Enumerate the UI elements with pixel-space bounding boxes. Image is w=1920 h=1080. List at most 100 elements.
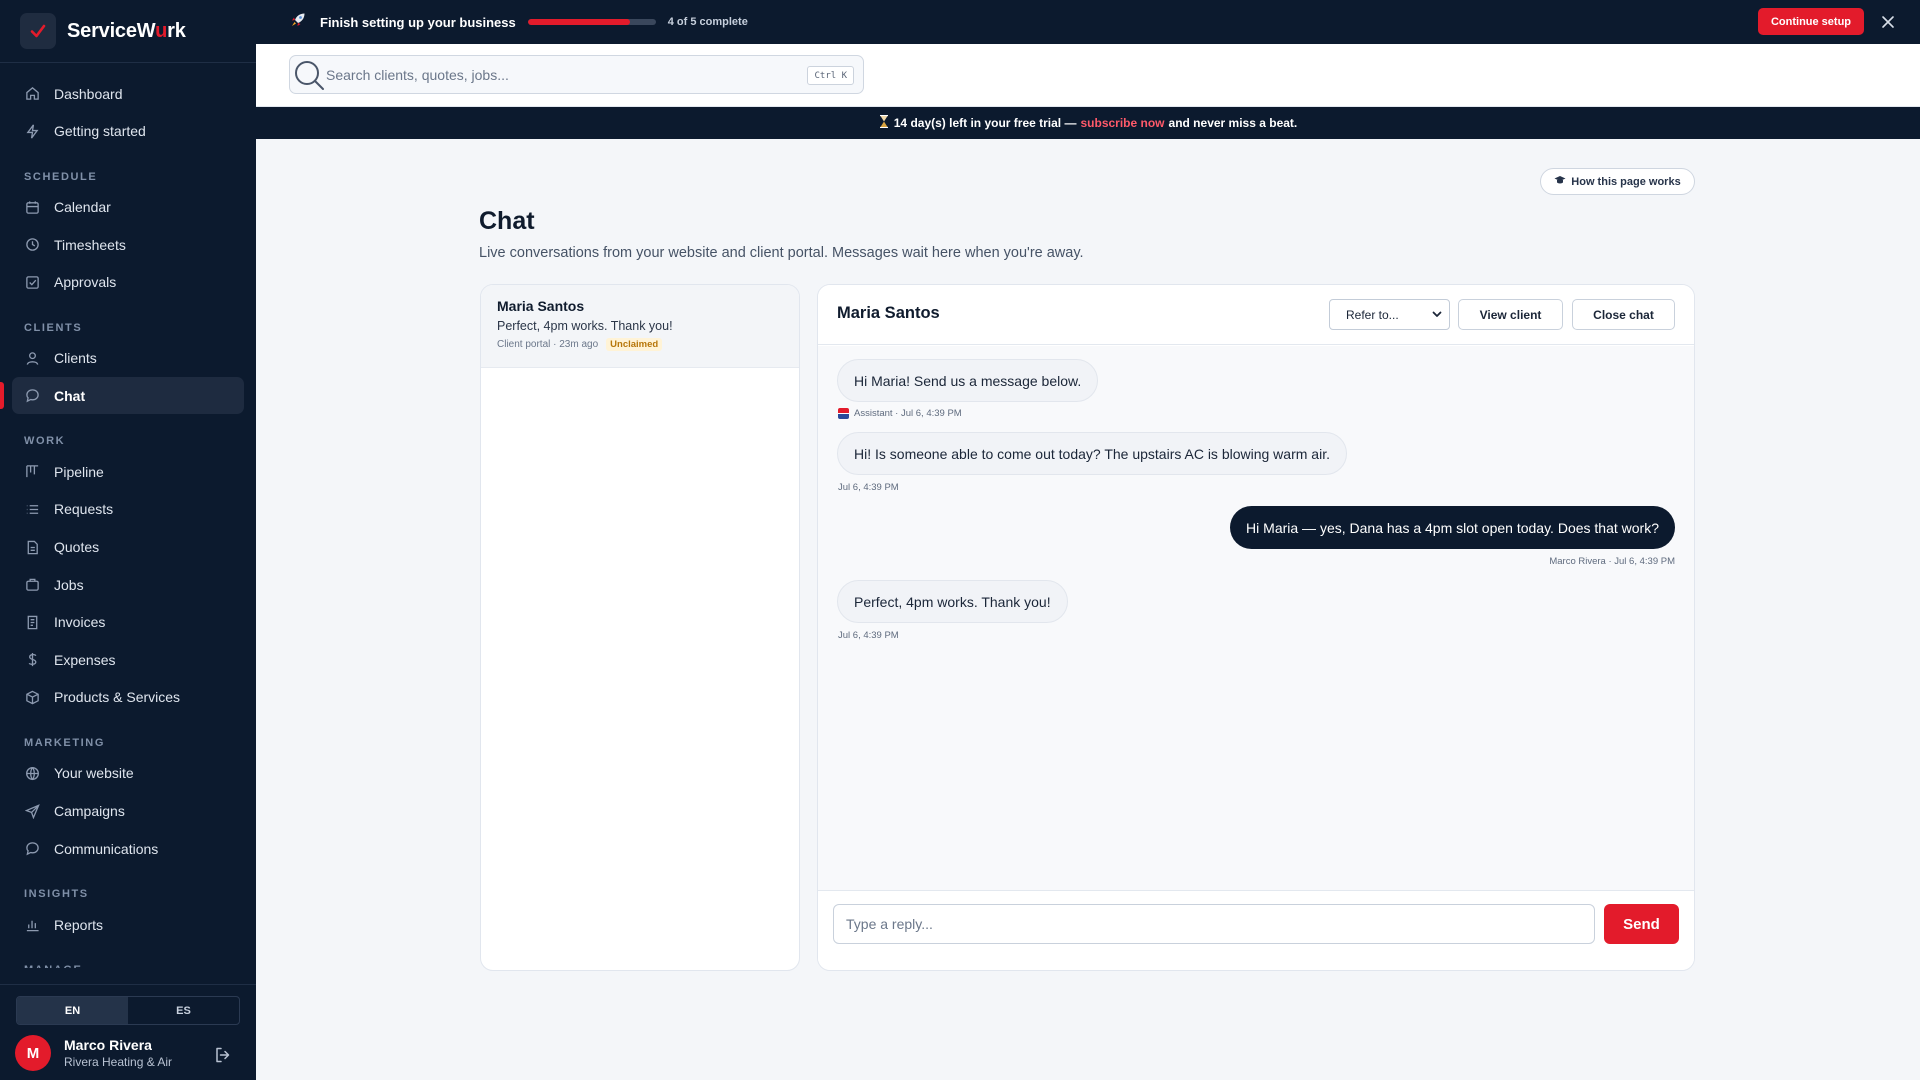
sidebar-item-label: Pipeline [54, 463, 104, 480]
search-shortcut: Ctrl K [807, 66, 854, 85]
sidebar-item-label: Expenses [54, 651, 116, 668]
message-icon [24, 841, 40, 857]
how-this-page-works-button[interactable]: How this page works [1540, 168, 1695, 195]
sidebar-item-label: Requests [54, 501, 114, 518]
dollar-icon [24, 652, 40, 668]
sidebar-item-label: Chat [54, 387, 86, 404]
trial-text-after: and never miss a beat. [1168, 116, 1298, 130]
language-es-button[interactable]: ES [128, 997, 239, 1024]
message-bubble: Hi Maria! Send us a message below. [837, 359, 1099, 402]
sidebar-item-timesheets[interactable]: Timesheets [12, 226, 244, 263]
setup-progress-label: 4 of 5 complete [667, 16, 748, 28]
nav-section-schedule: SCHEDULE [24, 170, 98, 183]
close-icon[interactable] [1879, 13, 1897, 31]
sidebar-item-pipeline[interactable]: Pipeline [12, 453, 244, 490]
search-header: Search clients, quotes, jobs... Ctrl K [256, 44, 1920, 107]
sidebar-item-label: Communications [54, 840, 159, 857]
sidebar-item-products-services[interactable]: Products & Services [12, 679, 244, 716]
sidebar-item-campaigns[interactable]: Campaigns [12, 793, 244, 830]
conversation-item[interactable]: Maria Santos Perfect, 4pm works. Thank y… [481, 285, 799, 368]
sidebar-item-dashboard[interactable]: Dashboard [12, 75, 244, 112]
assistant-icon [838, 408, 849, 419]
sidebar-item-requests[interactable]: Requests [12, 491, 244, 528]
sidebar-item-label: Approvals [54, 274, 117, 291]
close-chat-button[interactable]: Close chat [1572, 299, 1675, 330]
page-title: Chat [479, 207, 535, 235]
sidebar: ServiceWurk Dashboard Getting started SC… [0, 0, 256, 1080]
subscribe-link[interactable]: subscribe now [1080, 116, 1164, 130]
language-en-button[interactable]: EN [17, 997, 128, 1024]
box-icon [24, 689, 40, 705]
sidebar-item-chat[interactable]: Chat [0, 377, 244, 415]
send-button[interactable]: Send [1604, 904, 1679, 944]
sidebar-item-label: Getting started [54, 123, 146, 140]
sidebar-item-label: Calendar [54, 199, 111, 216]
sidebar-item-your-website[interactable]: Your website [12, 755, 244, 792]
graduation-cap-icon [1554, 175, 1566, 188]
reply-input[interactable]: Type a reply... [833, 904, 1595, 944]
setup-title: Finish setting up your business [320, 14, 516, 30]
message-meta: Marco Rivera · Jul 6, 4:39 PM [1549, 556, 1675, 567]
chat-title: Maria Santos [837, 304, 940, 322]
user-profile[interactable]: M Marco Rivera Rivera Heating & Air [15, 1035, 172, 1071]
sidebar-item-clients[interactable]: Clients [12, 340, 244, 377]
sidebar-item-getting-started[interactable]: Getting started [12, 113, 244, 150]
send-icon [24, 803, 40, 819]
chevron-down-icon [1431, 308, 1443, 320]
briefcase-icon [24, 577, 40, 593]
search-placeholder: Search clients, quotes, jobs... [326, 66, 509, 83]
setup-progress-bar [527, 19, 656, 25]
conversation-preview: Perfect, 4pm works. Thank you! [497, 319, 673, 333]
message-meta: Jul 6, 4:39 PM [838, 630, 899, 641]
message-bubble-outgoing: Hi Maria — yes, Dana has a 4pm slot open… [1230, 506, 1675, 549]
conversation-name: Maria Santos [497, 298, 585, 314]
setup-banner: Finish setting up your business 4 of 5 c… [256, 0, 1920, 44]
help-button-label: How this page works [1571, 175, 1681, 188]
avatar: M [15, 1035, 51, 1071]
sidebar-item-label: Jobs [54, 576, 84, 593]
sidebar-item-jobs[interactable]: Jobs [12, 566, 244, 603]
sidebar-item-label: Invoices [54, 614, 106, 631]
check-square-icon [24, 274, 40, 290]
sidebar-item-expenses[interactable]: Expenses [12, 641, 244, 678]
nav-section-manage: MANAGE [0, 956, 256, 968]
sidebar-item-label: Clients [54, 350, 97, 367]
chat-panel: Maria Santos Refer to... View client Clo… [817, 284, 1695, 971]
sidebar-item-approvals[interactable]: Approvals [12, 264, 244, 301]
sidebar-item-quotes[interactable]: Quotes [12, 529, 244, 566]
sidebar-nav: Dashboard Getting started SCHEDULE Calen… [0, 75, 256, 968]
sidebar-item-label: Reports [54, 916, 104, 933]
sidebar-item-label: Products & Services [54, 689, 181, 706]
message-meta: Jul 6, 4:39 PM [838, 482, 899, 493]
sidebar-item-invoices[interactable]: Invoices [12, 604, 244, 641]
bolt-icon [24, 123, 40, 139]
search-input[interactable]: Search clients, quotes, jobs... Ctrl K [289, 55, 864, 94]
hourglass-icon [879, 114, 889, 131]
continue-setup-button[interactable]: Continue setup [1758, 8, 1864, 35]
view-client-button[interactable]: View client [1458, 299, 1563, 330]
trial-banner: 14 day(s) left in your free trial — subs… [256, 107, 1920, 139]
invoice-icon [24, 614, 40, 630]
chat-icon [24, 388, 40, 404]
sidebar-item-communications[interactable]: Communications [12, 830, 244, 867]
message-list: Hi Maria! Send us a message below. Assis… [818, 346, 1694, 890]
logout-icon[interactable] [213, 1045, 233, 1065]
brand[interactable]: ServiceWurk [0, 0, 256, 63]
calendar-icon [24, 199, 40, 215]
sidebar-item-reports[interactable]: Reports [12, 906, 244, 943]
setup-progress-fill [527, 19, 631, 25]
sidebar-item-label: Your website [54, 765, 134, 782]
bar-chart-icon [24, 917, 40, 933]
sidebar-item-label: Timesheets [54, 236, 126, 253]
message-bubble: Perfect, 4pm works. Thank you! [837, 580, 1068, 623]
sidebar-item-calendar[interactable]: Calendar [12, 189, 244, 226]
user-name: Marco Rivera [64, 1037, 152, 1053]
message-meta: Assistant · Jul 6, 4:39 PM [838, 408, 962, 419]
refer-select[interactable]: Refer to... [1329, 299, 1450, 330]
conversation-list: Maria Santos Perfect, 4pm works. Thank y… [480, 284, 800, 971]
home-icon [24, 86, 40, 102]
page-subtitle: Live conversations from your website and… [479, 245, 1084, 261]
clock-icon [24, 237, 40, 253]
globe-icon [24, 765, 40, 781]
message-bubble: Hi! Is someone able to come out today? T… [837, 432, 1347, 475]
